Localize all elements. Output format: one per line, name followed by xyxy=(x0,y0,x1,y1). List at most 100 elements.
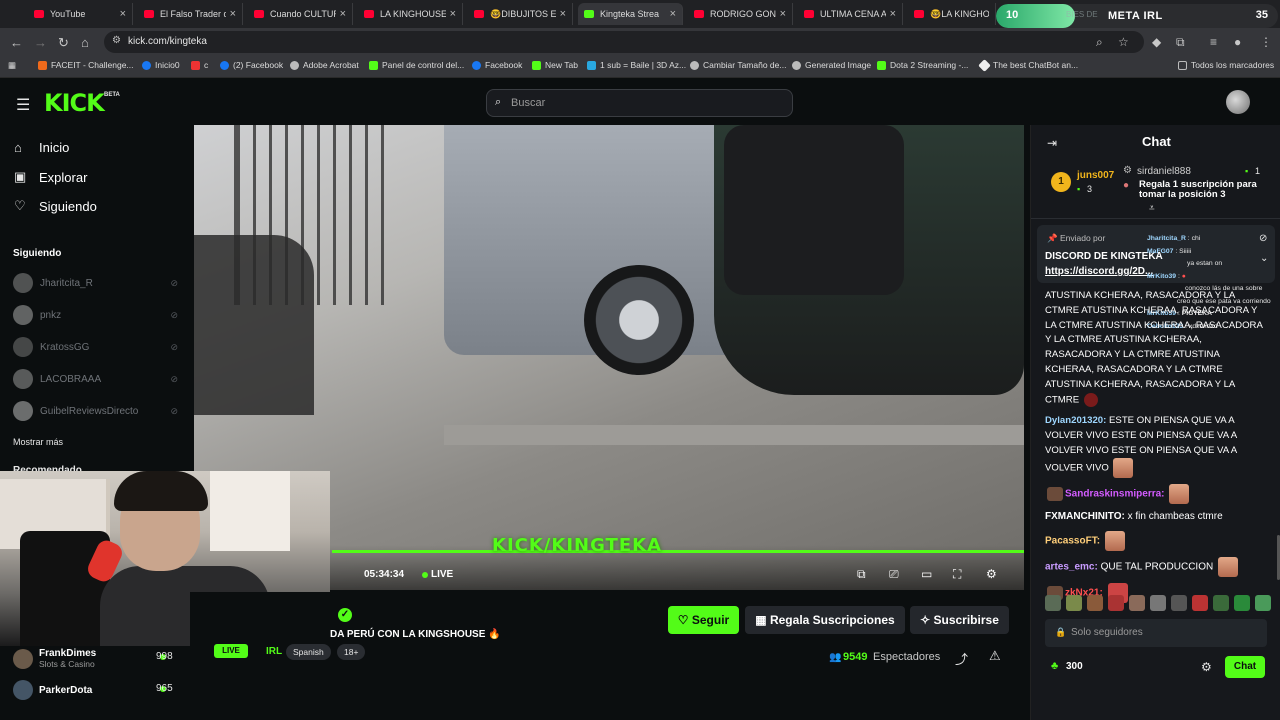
search-placeholder: Buscar xyxy=(511,97,546,109)
bookmark[interactable]: (2) Facebook xyxy=(220,60,283,70)
bookmark[interactable]: Dota 2 Streaming -... xyxy=(877,60,968,70)
leaderboard-second-count: 1 xyxy=(1255,166,1261,176)
collapse-chat-icon[interactable]: ⇥ xyxy=(1047,136,1057,150)
emote-icon[interactable] xyxy=(1234,595,1250,611)
close-icon[interactable]: × xyxy=(670,8,676,20)
leaderboard-top-user[interactable]: juns007 xyxy=(1077,170,1114,181)
emote-icon[interactable] xyxy=(1213,595,1229,611)
following-item[interactable]: pnkz ⊘ xyxy=(13,305,178,325)
site-info-icon[interactable]: ⚙ xyxy=(112,35,121,46)
theater-icon[interactable]: ▭ xyxy=(921,567,932,581)
leaderboard-second-user[interactable]: sirdaniel888 xyxy=(1137,166,1191,177)
bookmark[interactable]: 1 sub = Baile | 3D Az... xyxy=(587,60,686,70)
following-item[interactable]: Jharitcita_R ⊘ xyxy=(13,273,178,293)
browser-tab[interactable]: YouTube × xyxy=(28,3,133,25)
bookmark[interactable]: Inicio0 xyxy=(142,60,180,70)
pinned-by: 📌 Enviado por xyxy=(1047,233,1106,243)
following-item[interactable]: KratossGG ⊘ xyxy=(13,337,178,357)
fullscreen-icon[interactable]: ⛶ xyxy=(953,567,961,582)
gift-subs-button[interactable]: ▦ Regala Suscripciones xyxy=(745,606,905,634)
home-icon[interactable]: ⌂ xyxy=(81,35,89,50)
report-icon[interactable]: ⚠ xyxy=(989,648,1001,664)
kick-logo[interactable]: KICK xyxy=(44,89,105,117)
pip-icon[interactable]: ⧉ xyxy=(857,567,866,582)
media-icon[interactable]: ≡ xyxy=(1210,35,1217,49)
follow-button[interactable]: ♡ Seguir xyxy=(668,606,739,634)
close-icon[interactable]: × xyxy=(450,8,456,20)
leaderboard-promo[interactable]: Regala 1 suscripción para tomar la posic… xyxy=(1139,180,1269,200)
gear-icon[interactable]: ⚙ xyxy=(1201,660,1212,674)
send-chat-button[interactable]: Chat xyxy=(1225,656,1265,678)
browser-tab[interactable]: ULTIMA CENA AN× xyxy=(798,3,903,25)
channel-points[interactable]: 300 xyxy=(1066,661,1083,672)
recommended-item[interactable]: FrankDimes Slots & Casino 998 xyxy=(13,648,178,669)
show-more-link[interactable]: Mostrar más xyxy=(13,437,63,447)
bookmark[interactable]: FACEIT - Challenge... xyxy=(38,60,134,70)
chevron-down-icon[interactable]: ⩡ xyxy=(1149,203,1155,214)
menu-icon[interactable]: ☰ xyxy=(16,95,30,115)
all-bookmarks[interactable]: Todos los marcadores xyxy=(1178,60,1274,70)
zoom-icon[interactable]: ⌕ xyxy=(1096,35,1103,50)
reload-icon[interactable]: ↻ xyxy=(58,35,69,51)
bookmark[interactable]: c xyxy=(191,60,208,70)
stream-category[interactable]: IRL xyxy=(266,646,282,657)
browser-tab[interactable]: 🤓LA KINGHOUS xyxy=(908,3,996,25)
bookmark[interactable]: Cambiar Tamaño de... xyxy=(690,60,786,70)
puzzle-icon[interactable]: ⧉ xyxy=(1176,35,1185,50)
close-icon[interactable]: × xyxy=(120,8,126,20)
settings-icon[interactable]: ⚙ xyxy=(986,567,997,581)
nav-siguiendo[interactable]: ♡ Siguiendo xyxy=(14,198,97,214)
emote-icon[interactable] xyxy=(1129,595,1145,611)
emote-icon[interactable] xyxy=(1087,595,1103,611)
close-icon[interactable]: × xyxy=(560,8,566,20)
pinned-link[interactable]: https://discord.gg/2D... xyxy=(1045,266,1153,277)
emote-icon[interactable] xyxy=(1171,595,1187,611)
search-input[interactable]: ⌕ Buscar xyxy=(486,89,793,117)
back-icon[interactable]: ← xyxy=(10,35,23,50)
following-item[interactable]: GuibelReviewsDirecto ⊘ xyxy=(13,401,178,421)
emote-icon[interactable] xyxy=(1066,595,1082,611)
menu-icon[interactable]: ⋮ xyxy=(1260,35,1272,49)
following-item[interactable]: LACOBRAAA ⊘ xyxy=(13,369,178,389)
bookmark[interactable]: Adobe Acrobat xyxy=(290,60,359,70)
bookmark[interactable]: Panel de control del... xyxy=(369,60,464,70)
emote-icon[interactable] xyxy=(1045,595,1061,611)
close-icon[interactable]: × xyxy=(890,8,896,20)
browser-tab[interactable]: RODRIGO GONZÁ× xyxy=(688,3,793,25)
browser-tab-active[interactable]: Kingteka Strea × xyxy=(578,3,683,25)
chat-message: Sandraskinsmiperra: xyxy=(1045,484,1267,505)
extension-icon[interactable]: ◆ xyxy=(1152,35,1161,49)
chat-input[interactable]: 🔒 Solo seguidores xyxy=(1045,619,1267,647)
apps-icon[interactable]: ▦ xyxy=(8,60,16,71)
browser-tab[interactable]: 🤓DIBUJITOS ENT× xyxy=(468,3,573,25)
bookmark[interactable]: New Tab xyxy=(532,60,578,70)
star-icon[interactable]: ☆ xyxy=(1118,35,1129,49)
address-bar[interactable]: kick.com/kingteka xyxy=(104,31,1144,53)
tag-age[interactable]: 18+ xyxy=(337,644,366,660)
nav-inicio[interactable]: ⌂ Inicio xyxy=(14,140,69,155)
player-progress-bar[interactable] xyxy=(332,550,1024,553)
bookmark[interactable]: The best ChatBot an... xyxy=(978,58,1078,72)
clip-icon[interactable]: ⎚ xyxy=(889,567,899,582)
forward-icon[interactable]: → xyxy=(34,35,47,50)
close-icon[interactable]: × xyxy=(230,8,236,20)
close-icon[interactable]: × xyxy=(780,8,786,20)
emote-icon[interactable] xyxy=(1255,595,1271,611)
browser-tab[interactable]: Cuando CULTUR × xyxy=(248,3,353,25)
emote-icon[interactable] xyxy=(1192,595,1208,611)
browser-tab[interactable]: El Falso Trader qu× xyxy=(138,3,243,25)
bookmark[interactable]: Generated Image xyxy=(792,60,871,70)
tag-language[interactable]: Spanish xyxy=(286,644,331,660)
emote-icon[interactable] xyxy=(1150,595,1166,611)
recommended-item[interactable]: ParkerDota 965 xyxy=(13,680,178,700)
close-icon[interactable]: × xyxy=(340,8,346,20)
nav-explorar[interactable]: ▣ Explorar xyxy=(14,169,87,185)
emote-icon xyxy=(1217,557,1238,578)
user-avatar[interactable] xyxy=(1226,90,1250,114)
emote-icon[interactable] xyxy=(1108,595,1124,611)
bookmark[interactable]: Facebook xyxy=(472,60,522,70)
subscribe-button[interactable]: ✧ Suscribirse xyxy=(910,606,1009,634)
profile-icon[interactable]: ● xyxy=(1234,35,1241,49)
share-icon[interactable]: ⤴ xyxy=(955,649,968,668)
browser-tab[interactable]: LA KINGHOUSE T× xyxy=(358,3,463,25)
